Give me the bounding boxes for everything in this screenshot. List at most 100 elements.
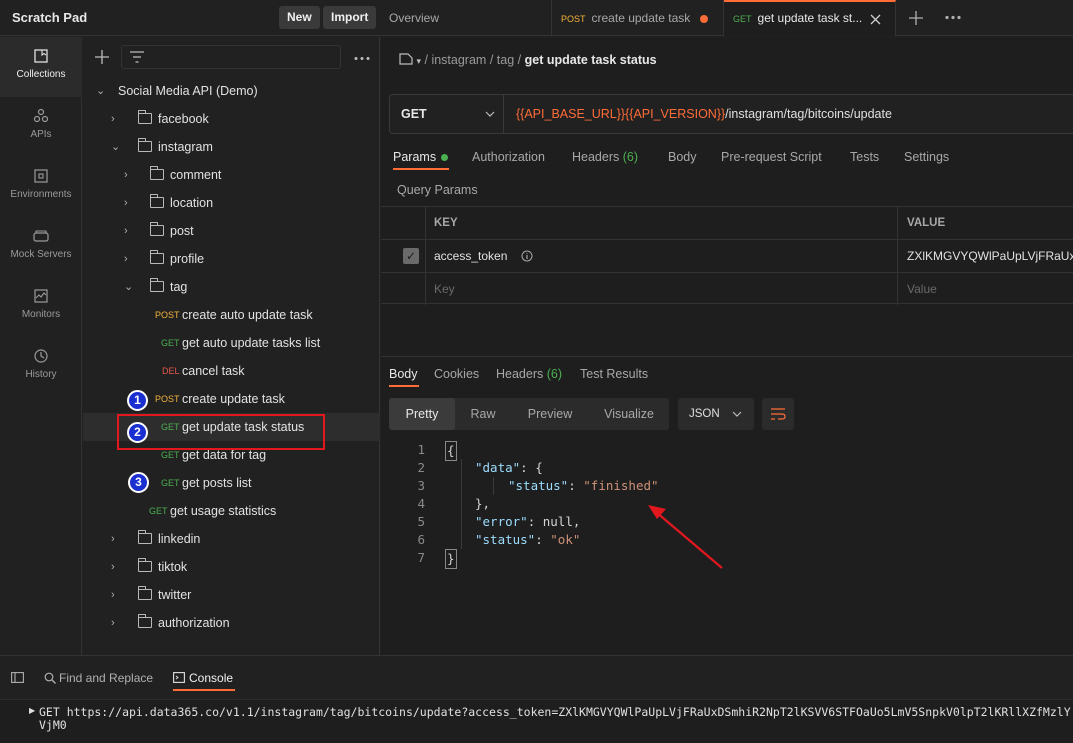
rail-apis[interactable]: APIs [0, 97, 82, 157]
rail-label: APIs [30, 129, 52, 140]
find-replace-button[interactable]: Find and Replace [44, 671, 153, 685]
rail-label: History [25, 369, 57, 380]
tab-label: get update task st... [757, 11, 863, 25]
rail-mock-servers[interactable]: Mock Servers [0, 217, 82, 277]
method-badge: DEL [162, 366, 180, 376]
request-get-usage-statistics[interactable]: GET get usage statistics [83, 497, 380, 525]
folder-icon [137, 530, 152, 544]
method-badge: GET [161, 338, 180, 348]
rail-collections[interactable]: Collections [0, 37, 82, 97]
folder-instagram[interactable]: ⌄ instagram [83, 133, 380, 161]
history-icon [34, 349, 48, 363]
view-visualize-button[interactable]: Visualize [589, 398, 669, 430]
collections-icon [34, 49, 48, 63]
url-input[interactable]: {{API_BASE_URL}}{{API_VERSION}}/instagra… [516, 95, 892, 133]
request-get-auto-update-tasks-list[interactable]: GET get auto update tasks list [83, 329, 380, 357]
folder-icon [149, 166, 164, 180]
console-button[interactable]: Console [173, 671, 233, 685]
console-log-entry[interactable]: GET https://api.data365.co/v1.1/instagra… [39, 706, 1073, 732]
folder-tiktok[interactable]: › tiktok [83, 553, 380, 581]
tab-tests[interactable]: Tests [850, 150, 879, 164]
indent-guide [461, 459, 462, 549]
param-enabled-checkbox[interactable]: ✓ [403, 248, 419, 264]
tab-settings[interactable]: Settings [904, 150, 949, 164]
response-tab-body[interactable]: Body [389, 367, 418, 381]
tab-overview[interactable]: Overview [380, 0, 552, 36]
unsaved-dot-icon [700, 14, 709, 23]
value-placeholder[interactable]: Value [907, 273, 937, 305]
status-bar: Find and Replace Console [0, 655, 1073, 699]
param-row: ✓ access_token ZXlKMGVYQWlPaUpLVjFRaUx [381, 239, 1073, 272]
line-number: 3 [417, 478, 425, 493]
divider [425, 273, 426, 305]
toggle-sidebar-icon[interactable] [11, 672, 24, 683]
expand-triangle-icon[interactable]: ▶ [29, 706, 35, 715]
request-title[interactable]: get update task status [525, 53, 657, 67]
annotation-badge-1: 1 [127, 390, 148, 411]
more-options-icon[interactable] [945, 15, 961, 20]
chevron-right-icon: › [124, 169, 128, 181]
new-button[interactable]: New [279, 6, 320, 29]
request-label: get usage statistics [170, 504, 277, 518]
folder-icon [137, 138, 152, 152]
response-divider[interactable] [381, 356, 1073, 357]
response-tab-test-results[interactable]: Test Results [580, 367, 648, 381]
tab-prerequest-script[interactable]: Pre-request Script [721, 150, 822, 164]
response-tab-headers[interactable]: Headers (6) [496, 367, 562, 381]
rail-history[interactable]: History [0, 337, 82, 397]
request-cancel-task[interactable]: DEL cancel task [83, 357, 380, 385]
sidebar-more-icon[interactable] [354, 56, 370, 61]
add-collection-plus-icon[interactable] [95, 50, 109, 64]
import-button[interactable]: Import [323, 6, 377, 29]
filter-icon[interactable] [130, 51, 144, 63]
tab-params[interactable]: Params [393, 150, 449, 164]
folder-facebook[interactable]: › facebook [83, 105, 380, 133]
new-tab-plus-icon[interactable] [909, 11, 923, 25]
folder-post[interactable]: › post [83, 217, 380, 245]
folder-icon [149, 194, 164, 208]
chevron-right-icon: › [124, 225, 128, 237]
request-create-auto-update-task[interactable]: POST create auto update task [83, 301, 380, 329]
folder-linkedin[interactable]: › linkedin [83, 525, 380, 553]
tab-get-update-task-status[interactable]: GET get update task st... [724, 0, 896, 36]
param-empty-row: Key Value [381, 272, 1073, 305]
key-placeholder[interactable]: Key [434, 273, 455, 305]
method-select[interactable]: GET [390, 95, 504, 133]
chevron-down-icon: ⌄ [124, 281, 134, 293]
param-key[interactable]: access_token [434, 240, 507, 272]
rail-environments[interactable]: Environments [0, 157, 82, 217]
chevron-right-icon: › [111, 617, 115, 629]
method-badge: GET [733, 14, 752, 24]
tab-body[interactable]: Body [668, 150, 697, 164]
param-value[interactable]: ZXlKMGVYQWlPaUpLVjFRaUx [907, 240, 1073, 272]
close-icon[interactable] [870, 14, 881, 25]
info-icon[interactable] [521, 250, 533, 262]
folder-comment[interactable]: › comment [83, 161, 380, 189]
folder-authorization[interactable]: › authorization [83, 609, 380, 637]
tab-headers[interactable]: Headers (6) [572, 150, 638, 164]
folder-twitter[interactable]: › twitter [83, 581, 380, 609]
divider [897, 240, 898, 272]
request-icon [399, 53, 413, 65]
sidebar-search-input[interactable] [121, 45, 341, 69]
folder-icon [149, 222, 164, 236]
code-text: { [445, 441, 457, 461]
format-select[interactable]: JSON [678, 398, 754, 430]
collection-root[interactable]: ⌄ Social Media API (Demo) [83, 77, 380, 105]
view-raw-button[interactable]: Raw [455, 398, 511, 430]
wrap-lines-button[interactable] [762, 398, 794, 430]
folder-icon [137, 614, 152, 628]
breadcrumb-instagram[interactable]: instagram [431, 53, 486, 67]
breadcrumb-tag[interactable]: tag [497, 53, 514, 67]
rail-label: Environments [10, 189, 72, 200]
tab-authorization[interactable]: Authorization [472, 150, 545, 164]
view-preview-button[interactable]: Preview [511, 398, 589, 430]
folder-location[interactable]: › location [83, 189, 380, 217]
json-string: "ok" [550, 532, 581, 547]
view-pretty-button[interactable]: Pretty [389, 398, 455, 430]
folder-tag[interactable]: ⌄ tag [83, 273, 380, 301]
folder-profile[interactable]: › profile [83, 245, 380, 273]
response-tab-cookies[interactable]: Cookies [434, 367, 479, 381]
rail-monitors[interactable]: Monitors [0, 277, 82, 337]
tab-create-update-task[interactable]: POST create update task [552, 0, 724, 36]
